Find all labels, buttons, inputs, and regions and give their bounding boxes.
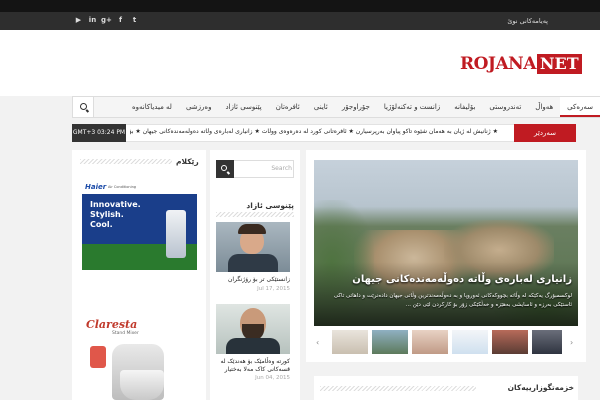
nav-item-religion[interactable]: ئاینی bbox=[307, 97, 335, 117]
portrait-hair bbox=[238, 224, 266, 234]
search-placeholder: Search bbox=[271, 165, 292, 172]
ticker-label: سەردێر bbox=[514, 124, 576, 142]
nav-search-button[interactable] bbox=[72, 96, 94, 118]
nav-item-science[interactable]: زانست و تەکنەلۆژیا bbox=[377, 97, 447, 117]
slide-excerpt: لوکسمبۆرگ یەکێکە لە وڵاتە بچووکەکانی ئەو… bbox=[333, 293, 572, 308]
main-nav: سەرەکی ھەواڵ تەندروستی بۆلیفانە زانست و … bbox=[72, 96, 600, 118]
nav-item-home[interactable]: سەرەکی bbox=[560, 97, 600, 117]
mixer-ad[interactable]: Claresta Stand Mixer bbox=[82, 314, 197, 400]
search-icon bbox=[221, 165, 227, 171]
free-pen-title: پێنوسی ئازاد bbox=[246, 201, 294, 210]
nav-item-women[interactable]: ئافرەتان bbox=[269, 97, 307, 117]
slide-title[interactable]: زانیاری لەبارەی وڵاتە دەوڵەمەندەکانی جیھ… bbox=[318, 274, 572, 285]
slider-thumb[interactable] bbox=[492, 330, 528, 354]
slider-thumb[interactable] bbox=[412, 330, 448, 354]
ticker-headlines[interactable]: ★ ژنانیش لە ژیان بە ھەمان شێوە تاکو پیاو… bbox=[130, 128, 498, 138]
post-title[interactable]: زانستێکی تر بۆ رۆژنگران bbox=[216, 276, 290, 284]
youtube-icon[interactable]: ▶ bbox=[73, 15, 84, 26]
facebook-icon[interactable]: f bbox=[115, 15, 126, 26]
ticker-clock: GMT+3 03:24 PM bbox=[72, 124, 126, 142]
mixer-bowl-image bbox=[120, 370, 164, 400]
ad-line-3: Cool. bbox=[90, 220, 113, 229]
ad-line-2: Stylish. bbox=[90, 210, 124, 219]
post-thumbnail[interactable] bbox=[216, 304, 290, 354]
nav-item-health[interactable]: تەندروستی bbox=[482, 97, 528, 117]
ad-brand-sub: Air Conditioning bbox=[108, 185, 137, 189]
widget-divider bbox=[320, 386, 476, 391]
nav-item-misc[interactable]: جۆراوجۆر bbox=[335, 97, 377, 117]
ad-line-1: Innovative. bbox=[90, 200, 141, 209]
air-conditioner-image bbox=[166, 210, 186, 258]
portrait-jacket bbox=[226, 338, 280, 354]
nav-item-media[interactable]: لە میدیاکانەوە bbox=[125, 97, 179, 117]
chevron-left-icon[interactable]: ‹ bbox=[316, 338, 319, 347]
latest-news-link[interactable]: پەیامەکانی نوێ bbox=[507, 17, 548, 25]
sidebar-search-button[interactable] bbox=[216, 160, 234, 178]
linkedin-icon[interactable]: in bbox=[87, 15, 98, 26]
services-title: خزمەتگوزارییەکان bbox=[507, 383, 574, 392]
ad2-brand: Claresta bbox=[86, 318, 138, 331]
slider-thumb[interactable] bbox=[452, 330, 488, 354]
nav-item-news[interactable]: ھەواڵ bbox=[528, 97, 560, 117]
google-plus-icon[interactable]: g+ bbox=[101, 15, 112, 26]
mixer-accessory-image bbox=[90, 346, 106, 368]
search-icon bbox=[80, 103, 87, 110]
post-title[interactable]: کورتە وەڵامێک بۆ ھەندێک لە قسەکانی کاک م… bbox=[216, 358, 290, 374]
slider-thumb[interactable] bbox=[532, 330, 562, 354]
site-logo[interactable]: ROJANA NET bbox=[460, 52, 582, 76]
logo-text: ROJANA bbox=[460, 54, 536, 74]
post-thumbnail[interactable] bbox=[216, 222, 290, 272]
nav-item-free-pen[interactable]: پێنوسی ئازاد bbox=[218, 97, 268, 117]
slider-thumb[interactable] bbox=[332, 330, 368, 354]
ads-title: رێکلام bbox=[176, 157, 199, 166]
slider-thumb[interactable] bbox=[372, 330, 408, 354]
twitter-icon[interactable]: t bbox=[129, 15, 140, 26]
portrait-shirt bbox=[228, 254, 278, 272]
post-date: Jul 17, 2015 bbox=[257, 286, 290, 292]
ad2-sub: Stand Mixer bbox=[112, 331, 139, 336]
top-strip bbox=[0, 0, 600, 12]
widget-divider bbox=[80, 159, 172, 164]
ad-brand: Haier bbox=[85, 183, 107, 191]
haier-ad[interactable]: Haier Air Conditioning Innovative. Styli… bbox=[82, 182, 197, 270]
nav-item-sports[interactable]: وەرزشی bbox=[179, 97, 219, 117]
nav-item-bulletin[interactable]: بۆلیفانە bbox=[447, 97, 482, 117]
widget-divider bbox=[216, 212, 294, 217]
logo-badge: NET bbox=[536, 54, 582, 74]
post-date: Jun 04, 2015 bbox=[255, 375, 290, 381]
chevron-right-icon[interactable]: › bbox=[570, 338, 573, 347]
